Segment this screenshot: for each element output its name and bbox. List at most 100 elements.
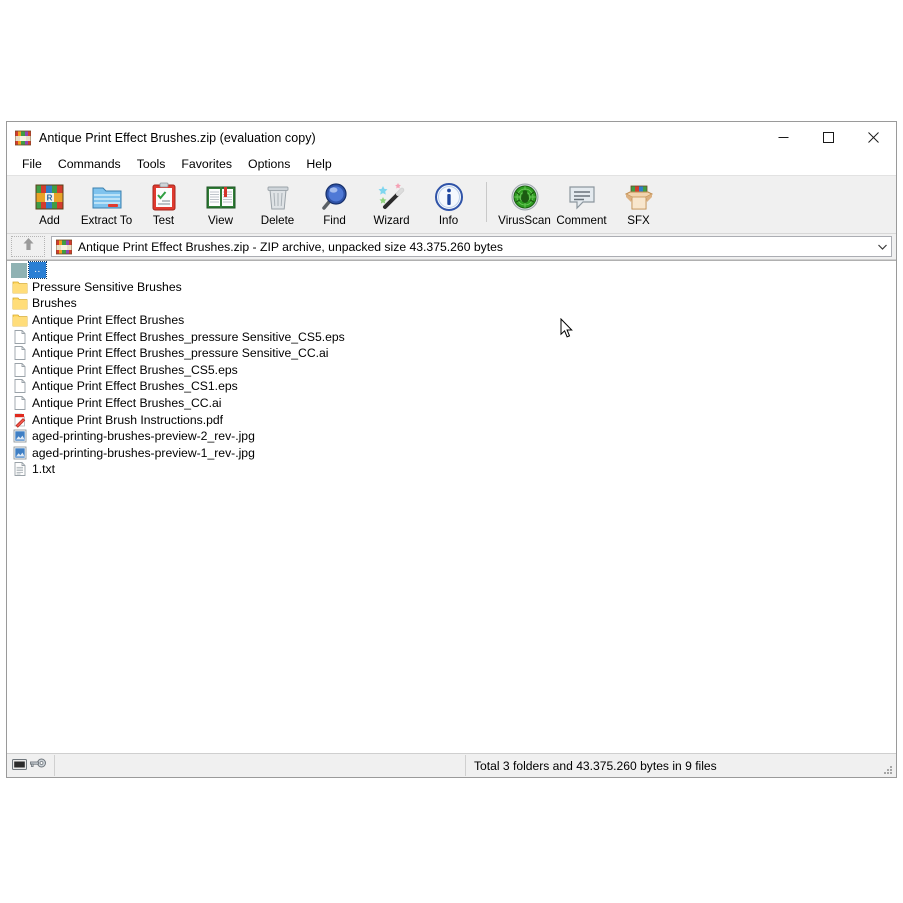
toolbar-button-extract-to[interactable]: Extract To — [78, 178, 135, 230]
table-row[interactable]: Antique Print Effect Brushes_CS1.eps — [7, 378, 896, 395]
text-file-icon — [12, 461, 28, 477]
magic-wand-icon — [376, 181, 408, 213]
menu-item-commands[interactable]: Commands — [50, 155, 129, 173]
svg-text:R: R — [46, 194, 52, 203]
folder-icon — [12, 295, 28, 311]
file-name: Antique Print Effect Brushes_pressure Se… — [32, 329, 345, 345]
blank-file-icon — [12, 345, 28, 361]
table-row[interactable]: aged-printing-brushes-preview-2_rev-.jpg — [7, 428, 896, 445]
toolbar-button-view[interactable]: View — [192, 178, 249, 230]
toolbar-label-wizard: Wizard — [373, 214, 409, 227]
table-row[interactable]: Antique Print Effect Brushes_pressure Se… — [7, 345, 896, 362]
toolbar-button-wizard[interactable]: Wizard — [363, 178, 420, 230]
open-box-icon — [623, 181, 655, 213]
winrar-books-icon — [56, 239, 72, 255]
window-controls — [761, 122, 896, 153]
key-icon[interactable] — [30, 757, 46, 775]
table-row[interactable]: aged-printing-brushes-preview-1_rev-.jpg — [7, 445, 896, 462]
extract-folder-icon — [91, 181, 123, 213]
close-button[interactable] — [851, 122, 896, 153]
table-row[interactable]: Pressure Sensitive Brushes — [7, 279, 896, 296]
toolbar-button-delete[interactable]: Delete — [249, 178, 306, 230]
toolbar-button-virusscan[interactable]: VirusScan — [496, 178, 553, 230]
toolbar-button-add[interactable]: R Add — [21, 178, 78, 230]
toolbar-button-comment[interactable]: Comment — [553, 178, 610, 230]
blank-file-icon — [12, 362, 28, 378]
window-title: Antique Print Effect Brushes.zip (evalua… — [39, 131, 316, 145]
toolbar-separator — [486, 182, 487, 222]
toolbar-button-test[interactable]: Test — [135, 178, 192, 230]
status-indicators — [7, 755, 55, 776]
up-one-level-button[interactable] — [11, 236, 45, 257]
maximize-button[interactable] — [806, 122, 851, 153]
file-name: Pressure Sensitive Brushes — [32, 279, 182, 295]
trash-can-icon — [262, 181, 294, 213]
image-file-icon — [12, 445, 28, 461]
toolbar-label-comment: Comment — [556, 214, 606, 227]
file-name: aged-printing-brushes-preview-1_rev-.jpg — [32, 445, 255, 461]
toolbar-label-sfx: SFX — [627, 214, 650, 227]
toolbar: R Add Extract To — [7, 176, 896, 234]
table-row[interactable]: Antique Print Effect Brushes_CS5.eps — [7, 362, 896, 379]
status-bar: Total 3 folders and 43.375.260 bytes in … — [7, 753, 896, 777]
title-bar: Antique Print Effect Brushes.zip (evalua… — [7, 122, 896, 153]
winrar-books-icon — [15, 130, 31, 146]
file-name: 1.txt — [32, 461, 55, 477]
toolbar-button-sfx[interactable]: SFX — [610, 178, 667, 230]
updir-selection: .. — [29, 262, 46, 278]
menu-bar: File Commands Tools Favorites Options He… — [7, 153, 896, 176]
table-row[interactable]: Antique Print Brush Instructions.pdf — [7, 411, 896, 428]
folder-icon — [12, 312, 28, 328]
file-name: Antique Print Effect Brushes_CS1.eps — [32, 378, 238, 394]
status-pane-empty — [55, 755, 466, 776]
file-name: aged-printing-brushes-preview-2_rev-.jpg — [32, 428, 255, 444]
table-row[interactable]: 1.txt — [7, 461, 896, 478]
table-row[interactable]: Brushes — [7, 295, 896, 312]
file-name: Brushes — [32, 295, 77, 311]
menu-item-file[interactable]: File — [14, 155, 50, 173]
pdf-file-icon — [12, 412, 28, 428]
toolbar-label-info: Info — [439, 214, 458, 227]
chevron-down-icon[interactable] — [874, 237, 891, 256]
toolbar-label-extract-to: Extract To — [81, 214, 132, 227]
blank-file-icon — [12, 329, 28, 345]
file-name: Antique Print Effect Brushes_CC.ai — [32, 395, 221, 411]
file-list[interactable]: .. Pressure Sensitive Brushes Brushes — [7, 260, 896, 753]
up-arrow-icon — [22, 237, 35, 256]
blank-file-icon — [12, 378, 28, 394]
info-circle-icon — [433, 181, 465, 213]
toolbar-label-view: View — [208, 214, 233, 227]
menu-item-options[interactable]: Options — [240, 155, 298, 173]
status-summary-pane: Total 3 folders and 43.375.260 bytes in … — [466, 755, 896, 776]
table-row[interactable]: Antique Print Effect Brushes_pressure Se… — [7, 328, 896, 345]
add-archive-icon: R — [34, 181, 66, 213]
toolbar-label-test: Test — [153, 214, 174, 227]
open-book-icon — [205, 181, 237, 213]
minimize-button[interactable] — [761, 122, 806, 153]
resize-grip-icon[interactable] — [882, 763, 894, 775]
table-row[interactable]: Antique Print Effect Brushes_CC.ai — [7, 395, 896, 412]
file-name: Antique Print Effect Brushes_CS5.eps — [32, 362, 238, 378]
archive-indicator-icon[interactable] — [12, 757, 27, 775]
up-folder-icon — [11, 263, 27, 278]
menu-item-tools[interactable]: Tools — [129, 155, 174, 173]
magnifier-icon — [319, 181, 351, 213]
table-row[interactable]: Antique Print Effect Brushes — [7, 312, 896, 329]
image-file-icon — [12, 428, 28, 444]
toolbar-label-add: Add — [39, 214, 60, 227]
status-summary-text: Total 3 folders and 43.375.260 bytes in … — [474, 759, 717, 773]
list-item-updir[interactable]: .. — [7, 262, 896, 279]
winrar-window: Antique Print Effect Brushes.zip (evalua… — [6, 121, 897, 778]
toolbar-label-find: Find — [323, 214, 346, 227]
mouse-cursor — [560, 318, 574, 339]
file-name: Antique Print Effect Brushes — [32, 312, 184, 328]
file-name: Antique Print Brush Instructions.pdf — [32, 412, 223, 428]
speech-bubble-icon — [566, 181, 598, 213]
toolbar-button-find[interactable]: Find — [306, 178, 363, 230]
menu-item-help[interactable]: Help — [298, 155, 339, 173]
toolbar-label-delete: Delete — [261, 214, 295, 227]
archive-path-combobox[interactable]: Antique Print Effect Brushes.zip - ZIP a… — [51, 236, 892, 257]
toolbar-button-info[interactable]: Info — [420, 178, 477, 230]
folder-icon — [12, 279, 28, 295]
menu-item-favorites[interactable]: Favorites — [173, 155, 240, 173]
